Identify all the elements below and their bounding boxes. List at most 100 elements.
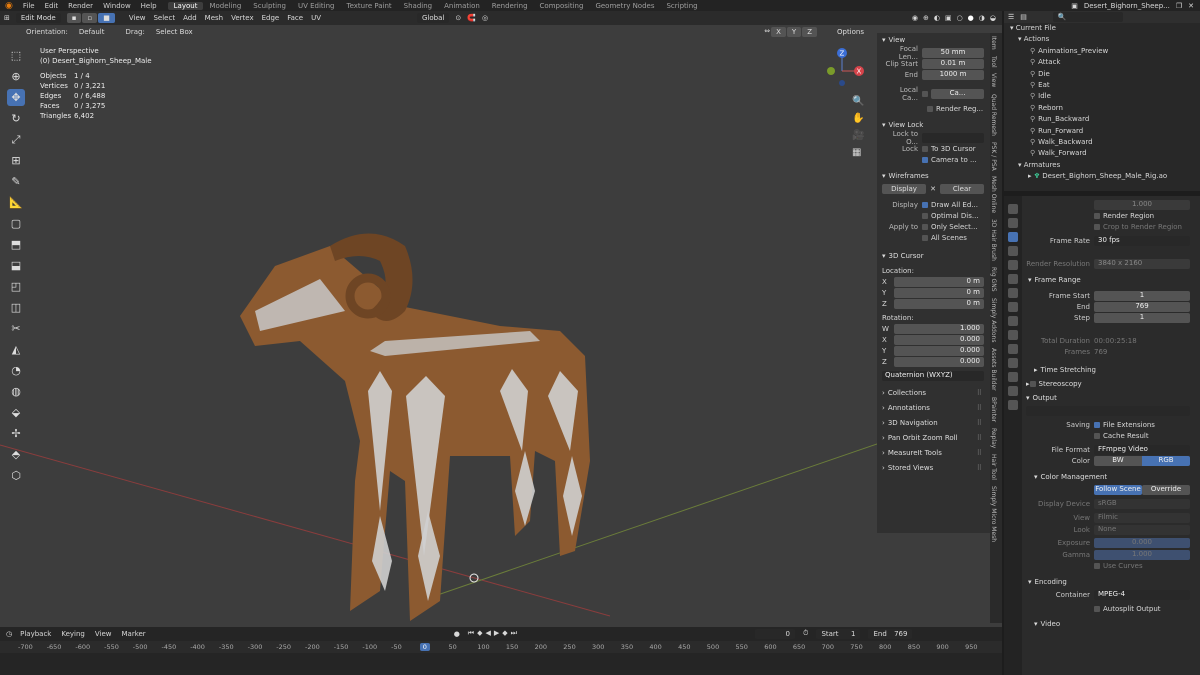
npanel-section-3d-navigation[interactable]: › 3D Navigation ⠿ bbox=[877, 415, 990, 430]
autosplit-checkbox[interactable] bbox=[1094, 605, 1100, 612]
camera-icon[interactable]: 🎥 bbox=[852, 130, 864, 141]
edge-select-button[interactable]: ▫ bbox=[82, 13, 98, 23]
sidebar-tab-simply-micro-mesh[interactable]: Simply Micro Mesh bbox=[990, 483, 997, 545]
shear-tool-icon[interactable]: ⬘ bbox=[7, 446, 25, 463]
sidebar-tab-simply-addons[interactable]: Simply Addons bbox=[990, 295, 997, 345]
scene-tab-icon[interactable] bbox=[1008, 260, 1018, 270]
file-format-dropdown[interactable]: FFmpeg Video bbox=[1094, 444, 1190, 455]
rendered-shading-icon[interactable]: ◒ bbox=[990, 14, 996, 22]
end-frame-field[interactable]: End 769 bbox=[868, 628, 913, 639]
transform-orientation-dropdown[interactable]: Global bbox=[417, 13, 450, 23]
physics-tab-icon[interactable] bbox=[1008, 344, 1018, 354]
optimal-display-checkbox[interactable] bbox=[922, 212, 928, 219]
workspace-tab-sculpting[interactable]: Sculpting bbox=[247, 2, 292, 10]
drag-dropdown[interactable]: Select Box bbox=[151, 27, 198, 37]
action-item[interactable]: ⚲ Reborn bbox=[1010, 103, 1200, 114]
viewport-menu-view[interactable]: View bbox=[129, 14, 146, 22]
jump-end-icon[interactable]: ⏭ bbox=[511, 629, 517, 638]
axis-x-button[interactable]: X bbox=[771, 26, 786, 37]
rot-x-field[interactable]: 0.000 bbox=[894, 334, 984, 345]
3d-viewport[interactable]: ⊞ Edit Mode ▪ ▫ ■ View Select Add Mesh Verte… bbox=[0, 11, 1002, 627]
loc-z-field[interactable]: 0 m bbox=[894, 298, 984, 309]
video-section-header[interactable]: ▾ Video bbox=[1004, 617, 1200, 631]
timeline-menu-keying[interactable]: Keying bbox=[61, 630, 85, 638]
to-3d-cursor-checkbox[interactable] bbox=[922, 145, 928, 152]
viewport-menu-uv[interactable]: UV bbox=[311, 14, 321, 22]
axis-y-button[interactable]: Y bbox=[786, 26, 802, 37]
rot-z-field[interactable]: 0.000 bbox=[894, 356, 984, 367]
sidebar-tab-quad-remesh[interactable]: Quad Remesh bbox=[990, 91, 997, 139]
outliner-editor-icon[interactable]: ☰ bbox=[1008, 13, 1014, 21]
time-stretching-section-header[interactable]: ▸ Time Stretching bbox=[1004, 363, 1200, 377]
menu-render[interactable]: Render bbox=[63, 2, 98, 10]
viewport-menu-select[interactable]: Select bbox=[153, 14, 175, 22]
viewport-menu-mesh[interactable]: Mesh bbox=[205, 14, 223, 22]
viewport-menu-face[interactable]: Face bbox=[287, 14, 303, 22]
color-rgb-button[interactable]: RGB bbox=[1142, 455, 1190, 466]
snap-icon[interactable]: 🧲 bbox=[467, 14, 476, 22]
rot-w-field[interactable]: 1.000 bbox=[894, 323, 984, 334]
local-camera-checkbox[interactable] bbox=[922, 90, 928, 97]
npanel-section-pan-orbit-zoom-roll[interactable]: › Pan Orbit Zoom Roll ⠿ bbox=[877, 430, 990, 445]
action-item[interactable]: ⚲ Animations_Preview bbox=[1010, 46, 1200, 57]
menu-help[interactable]: Help bbox=[136, 2, 162, 10]
current-frame-field[interactable]: 0 bbox=[754, 628, 795, 639]
grid-icon[interactable]: ▦ bbox=[852, 147, 864, 158]
drag-handle-icon[interactable]: ⠿ bbox=[977, 389, 990, 397]
inset-tool-icon[interactable]: ⬓ bbox=[7, 257, 25, 274]
draw-all-edges-checkbox[interactable] bbox=[922, 201, 928, 208]
wireframe-shading-icon[interactable]: ○ bbox=[957, 14, 963, 22]
action-item[interactable]: ⚲ Eat bbox=[1010, 80, 1200, 91]
frame-range-section-header[interactable]: ▾ Frame Range bbox=[1004, 273, 1200, 287]
bevel-tool-icon[interactable]: ◰ bbox=[7, 278, 25, 295]
resolution-percent-field[interactable]: 1.000 bbox=[1094, 199, 1190, 210]
render-region-checkbox[interactable] bbox=[927, 105, 933, 112]
edge-slide-tool-icon[interactable]: ⬙ bbox=[7, 404, 25, 421]
extrude-tool-icon[interactable]: ⬒ bbox=[7, 236, 25, 253]
output-path-field[interactable] bbox=[1026, 405, 1190, 416]
rot-y-field[interactable]: 0.000 bbox=[894, 345, 984, 356]
material-tab-icon[interactable] bbox=[1008, 386, 1018, 396]
navigation-gizmo[interactable]: Z X bbox=[822, 47, 867, 92]
wireframes-section-header[interactable]: ▾ Wireframes bbox=[877, 169, 990, 183]
npanel-section-collections[interactable]: › Collections ⠿ bbox=[877, 385, 990, 400]
cursor-tool-icon[interactable]: ⊕ bbox=[7, 68, 25, 85]
follow-scene-button[interactable]: Follow Scene bbox=[1094, 484, 1142, 495]
workspace-tab-geometry-nodes[interactable]: Geometry Nodes bbox=[589, 2, 660, 10]
sidebar-tab-item[interactable]: Item bbox=[990, 33, 997, 53]
knife-tool-icon[interactable]: ✂ bbox=[7, 320, 25, 337]
play-icon[interactable]: ▶ bbox=[494, 629, 499, 638]
viewport-menu-vertex[interactable]: Vertex bbox=[231, 14, 254, 22]
action-item[interactable]: ⚲ Run_Backward bbox=[1010, 114, 1200, 125]
focal-length-field[interactable]: 50 mm bbox=[922, 47, 984, 58]
view-layer-tab-icon[interactable] bbox=[1008, 246, 1018, 256]
timeline-editor-icon[interactable]: ◷ bbox=[6, 630, 12, 638]
viewport-menu-edge[interactable]: Edge bbox=[262, 14, 280, 22]
frame-start-field[interactable]: 1 bbox=[1094, 290, 1190, 301]
spin-tool-icon[interactable]: ◔ bbox=[7, 362, 25, 379]
sidebar-tab-bpainter[interactable]: BPainter bbox=[990, 394, 997, 425]
world-tab-icon[interactable] bbox=[1008, 274, 1018, 284]
add-scene-icon[interactable]: ❐ bbox=[1176, 2, 1182, 10]
timeline-menu-marker[interactable]: Marker bbox=[121, 630, 145, 638]
smooth-tool-icon[interactable]: ◍ bbox=[7, 383, 25, 400]
loc-y-field[interactable]: 0 m bbox=[894, 287, 984, 298]
add-cube-tool-icon[interactable]: ▢ bbox=[7, 215, 25, 232]
frame-end-field[interactable]: 769 bbox=[1094, 301, 1190, 312]
pan-hand-icon[interactable]: ✋ bbox=[852, 113, 864, 124]
sidebar-tab-3d-hair-brush[interactable]: 3D Hair Brush bbox=[990, 216, 997, 264]
file-extensions-checkbox[interactable] bbox=[1094, 421, 1100, 428]
overlay-icon[interactable]: ◐ bbox=[934, 14, 940, 22]
timeline-menu-playback[interactable]: Playback bbox=[20, 630, 51, 638]
current-file-item[interactable]: ▾ Current File bbox=[1010, 23, 1200, 34]
loop-cut-tool-icon[interactable]: ◫ bbox=[7, 299, 25, 316]
move-tool-icon[interactable]: ✥ bbox=[7, 89, 25, 106]
constraints-tab-icon[interactable] bbox=[1008, 358, 1018, 368]
texture-tab-icon[interactable] bbox=[1008, 400, 1018, 410]
render-tab-icon[interactable] bbox=[1008, 218, 1018, 228]
viewport-menu-add[interactable]: Add bbox=[183, 14, 197, 22]
solid-shading-icon[interactable]: ● bbox=[968, 14, 974, 22]
wireframe-x-icon[interactable]: ✕ bbox=[930, 185, 936, 193]
jump-start-icon[interactable]: ⏮ bbox=[468, 629, 474, 638]
render-region-checkbox-2[interactable] bbox=[1094, 212, 1100, 219]
